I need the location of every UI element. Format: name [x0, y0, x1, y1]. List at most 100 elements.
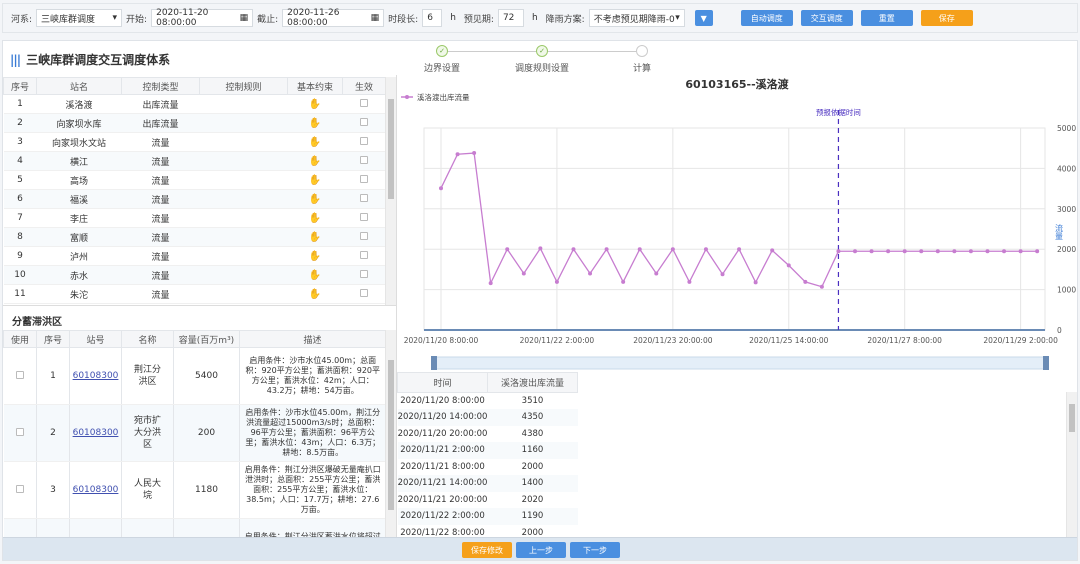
cell[interactable]: 2020: [488, 492, 578, 509]
effective-checkbox[interactable]: [360, 117, 368, 126]
use-cell[interactable]: [3, 404, 37, 462]
constraint-cell[interactable]: ✋: [287, 94, 343, 114]
data-point[interactable]: [935, 249, 940, 254]
rule-cell[interactable]: [199, 284, 288, 304]
data-point[interactable]: [521, 271, 526, 276]
effective-cell[interactable]: [342, 208, 386, 228]
effective-cell[interactable]: [342, 94, 386, 114]
effective-checkbox[interactable]: [360, 212, 368, 221]
effective-checkbox[interactable]: [360, 288, 368, 297]
cell[interactable]: 2000: [488, 459, 578, 476]
effective-cell[interactable]: [342, 151, 386, 171]
table-row[interactable]: 7 李庄 流量 ✋: [3, 208, 386, 228]
rain-select[interactable]: 不考虑预见期降雨-0 ▾: [588, 9, 685, 27]
scrollbar[interactable]: [385, 77, 396, 305]
table-row[interactable]: 4 横江 流量 ✋: [3, 151, 386, 171]
data-point[interactable]: [1018, 249, 1023, 254]
data-point[interactable]: [952, 249, 957, 254]
data-point[interactable]: [488, 281, 493, 286]
use-cell[interactable]: [3, 347, 37, 405]
rule-cell[interactable]: [199, 151, 288, 171]
table-row[interactable]: 11 朱沱 流量 ✋: [3, 284, 386, 304]
step-1[interactable]: ✓ 调度规则设置: [512, 45, 572, 74]
table-row[interactable]: 9 泸州 流量 ✋: [3, 246, 386, 266]
forecast-input[interactable]: 72: [497, 9, 524, 27]
hand-icon[interactable]: ✋: [309, 251, 321, 262]
calendar-icon[interactable]: ▦: [240, 13, 249, 23]
data-point[interactable]: [472, 151, 477, 156]
step-2[interactable]: 计算: [612, 45, 672, 74]
table-row[interactable]: 6 福溪 流量 ✋: [3, 189, 386, 209]
data-point[interactable]: [985, 249, 990, 254]
rule-cell[interactable]: [199, 170, 288, 190]
effective-cell[interactable]: [342, 113, 386, 133]
data-point[interactable]: [853, 249, 857, 254]
data-point[interactable]: [1035, 249, 1040, 254]
hand-icon[interactable]: ✋: [309, 194, 321, 205]
station-code-link[interactable]: 60108300: [73, 371, 119, 381]
step-0[interactable]: ✓ 边界设置: [412, 45, 472, 74]
rule-cell[interactable]: [199, 208, 288, 228]
data-point[interactable]: [1002, 249, 1007, 254]
hand-icon[interactable]: ✋: [309, 118, 321, 129]
data-point[interactable]: [670, 247, 675, 252]
constraint-cell[interactable]: ✋: [287, 189, 343, 209]
table-row[interactable]: 8 富顺 流量 ✋: [3, 227, 386, 247]
start-time-input[interactable]: 2020-11-20 08:00:00 ▦: [151, 8, 254, 28]
data-point[interactable]: [538, 246, 543, 251]
next-step-button[interactable]: 下一步: [570, 542, 620, 558]
data-point[interactable]: [637, 247, 642, 252]
table-row[interactable]: 2020/11/20 20:00:00 4380: [397, 425, 578, 442]
slider-handle-left[interactable]: [431, 356, 437, 370]
constraint-cell[interactable]: ✋: [287, 170, 343, 190]
dropdown-button[interactable]: ▼: [694, 10, 713, 26]
data-point[interactable]: [919, 249, 924, 254]
use-checkbox[interactable]: [15, 427, 24, 436]
hand-icon[interactable]: ✋: [309, 213, 321, 224]
effective-cell[interactable]: [342, 284, 386, 304]
data-point[interactable]: [803, 279, 808, 284]
table-row[interactable]: 2020/11/21 2:00:00 1160: [397, 442, 578, 459]
use-cell[interactable]: [3, 518, 37, 537]
save-button[interactable]: 保存: [920, 10, 973, 26]
use-checkbox[interactable]: [15, 370, 24, 379]
legend-label[interactable]: 溪洛渡出库流量: [417, 92, 470, 102]
hand-icon[interactable]: ✋: [309, 175, 321, 186]
constraint-cell[interactable]: ✋: [287, 113, 343, 133]
data-point[interactable]: [737, 247, 742, 252]
hand-icon[interactable]: ✋: [309, 99, 321, 110]
effective-cell[interactable]: [342, 265, 386, 285]
cell[interactable]: 1400: [488, 475, 578, 492]
rule-cell[interactable]: [199, 189, 288, 209]
legend-marker[interactable]: [405, 95, 409, 99]
constraint-cell[interactable]: ✋: [287, 208, 343, 228]
data-point[interactable]: [902, 249, 907, 254]
effective-checkbox[interactable]: [360, 136, 368, 145]
effective-cell[interactable]: [342, 132, 386, 152]
table-row[interactable]: 2020/11/21 8:00:00 2000: [397, 458, 578, 476]
data-point[interactable]: [621, 279, 626, 284]
effective-cell[interactable]: [342, 227, 386, 247]
constraint-cell[interactable]: ✋: [287, 284, 343, 304]
data-point[interactable]: [554, 279, 559, 284]
reset-button[interactable]: 重置: [860, 10, 913, 26]
slider-handle-right[interactable]: [1043, 356, 1049, 370]
rule-cell[interactable]: [199, 94, 288, 114]
effective-checkbox[interactable]: [360, 155, 368, 164]
table-row[interactable]: 1 溪洛渡 出库流量 ✋: [3, 94, 386, 114]
scrollbar[interactable]: [1066, 392, 1077, 537]
constraint-cell[interactable]: ✋: [287, 151, 343, 171]
station-code-link[interactable]: 60108300: [73, 485, 119, 495]
table-row[interactable]: 3 向家坝水文站 流量 ✋: [3, 132, 386, 152]
table-row[interactable]: 2 向家坝水库 出库流量 ✋: [3, 113, 386, 133]
calendar-icon[interactable]: ▦: [371, 13, 380, 23]
rule-cell[interactable]: [199, 132, 288, 152]
data-point[interactable]: [571, 247, 576, 252]
cell[interactable]: 1190: [488, 508, 578, 525]
use-cell[interactable]: [3, 461, 37, 519]
data-point[interactable]: [869, 249, 874, 254]
effective-checkbox[interactable]: [360, 98, 368, 107]
end-time-input[interactable]: 2020-11-26 08:00:00 ▦: [282, 8, 385, 28]
cell[interactable]: 4350: [488, 409, 578, 426]
interactive-dispatch-button[interactable]: 交互调度: [800, 10, 853, 26]
